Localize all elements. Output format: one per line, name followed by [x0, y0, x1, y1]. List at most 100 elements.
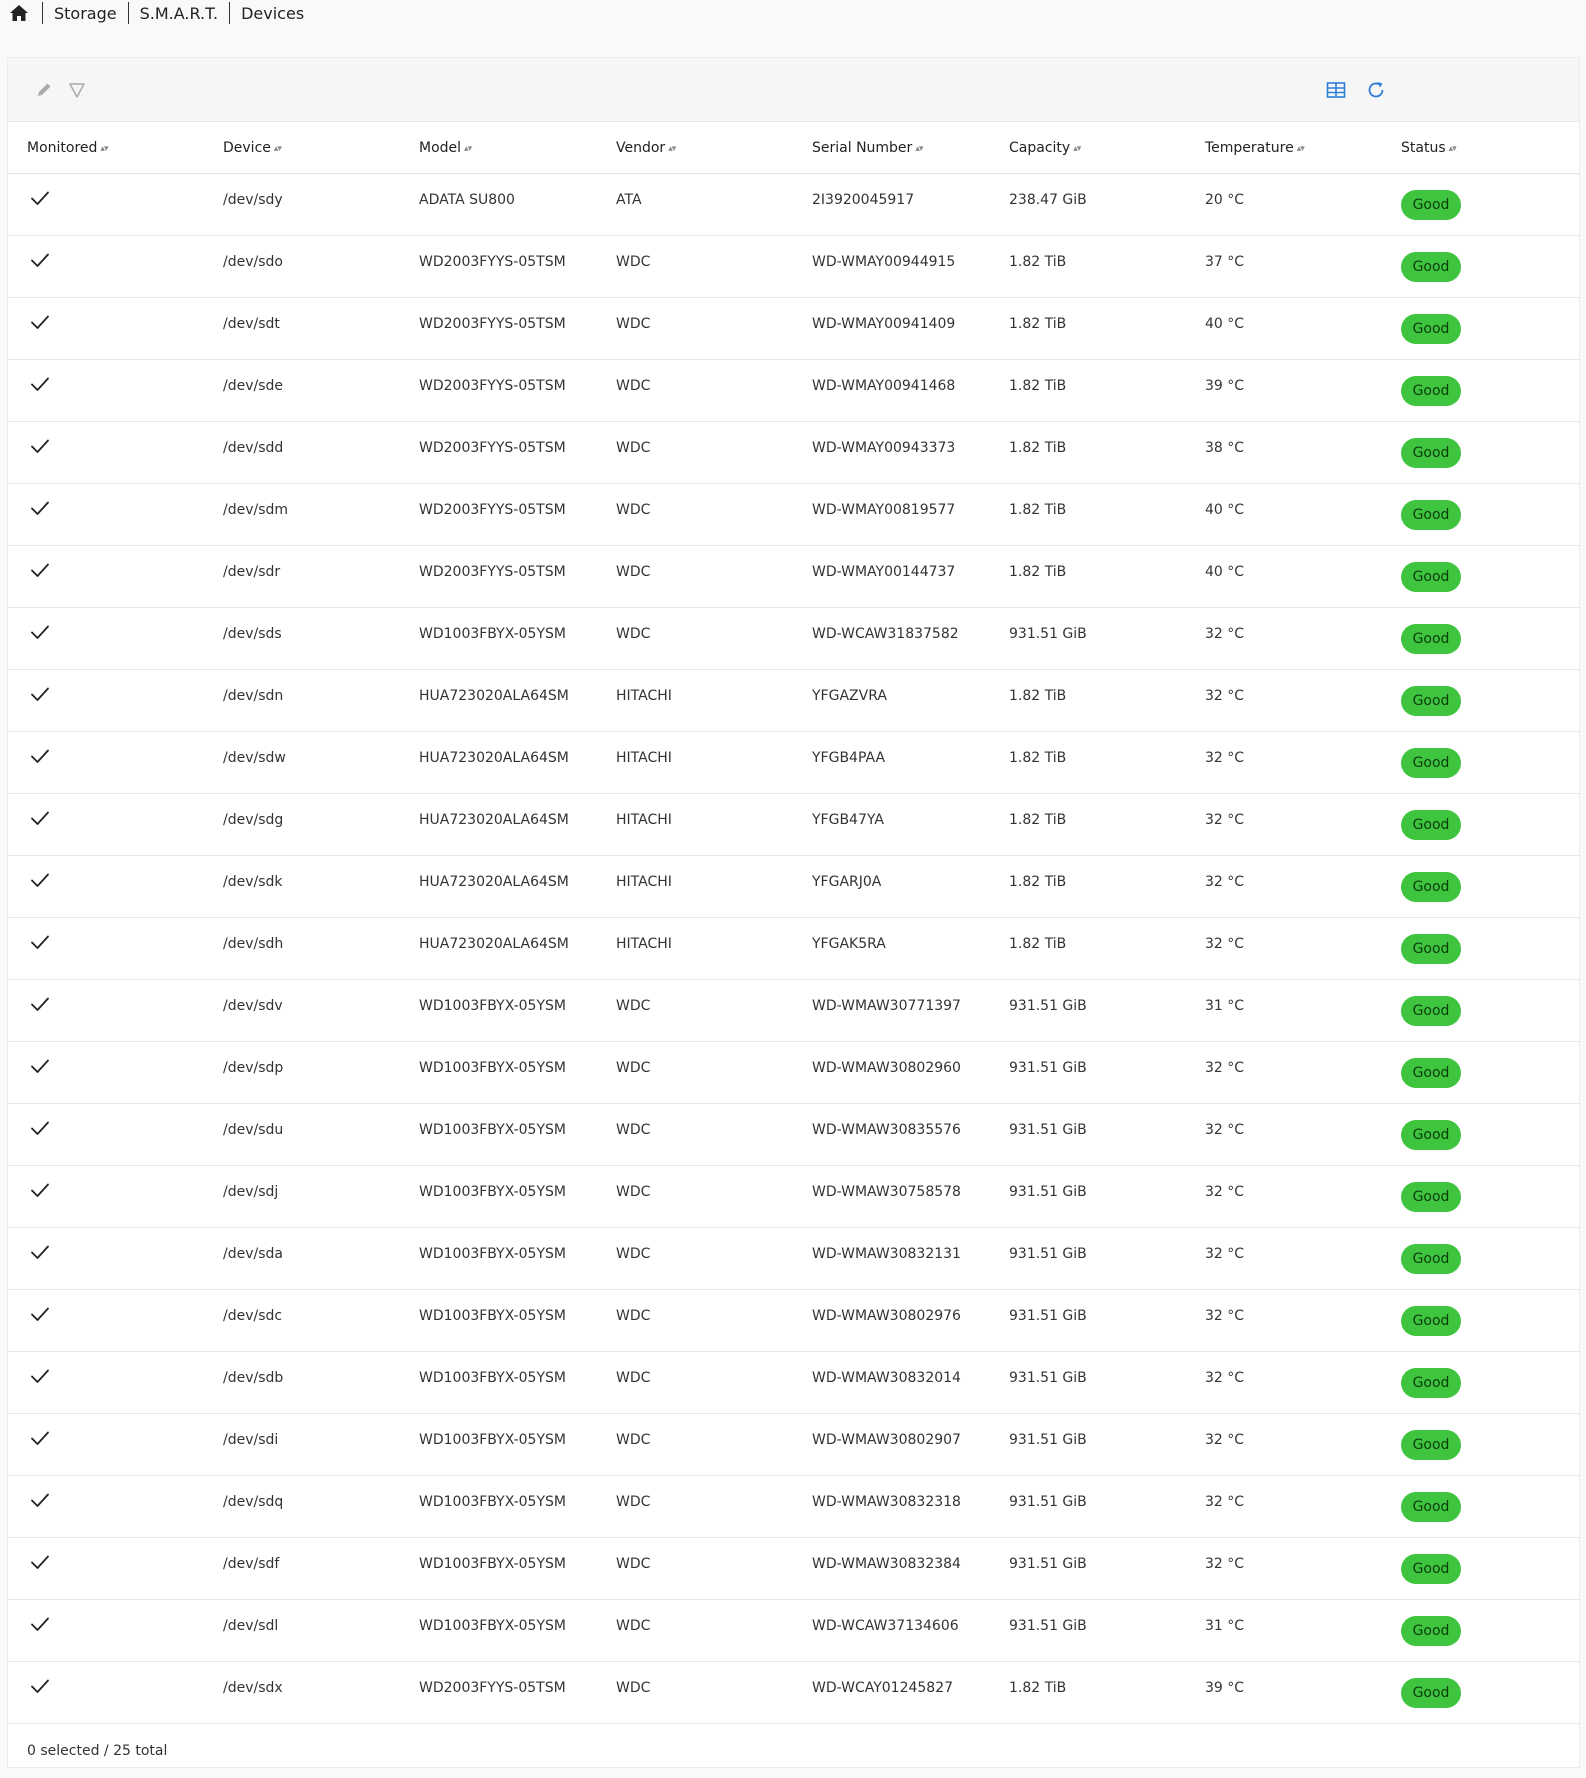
model-cell-text: WD2003FYYS-05TSM — [419, 377, 566, 394]
table-row[interactable]: /dev/sdc WD1003FBYX-05YSM WDC WD-WMAW308029… — [8, 1289, 1579, 1352]
model-cell-text: HUA723020ALA64SM — [419, 873, 569, 890]
capacity-cell-text: 931.51 GiB — [1009, 1183, 1087, 1200]
table-row[interactable]: /dev/sda WD1003FBYX-05YSM WDC WD-WMAW308321… — [8, 1227, 1579, 1290]
table-row[interactable]: /dev/sdr WD2003FYYS-05TSM WDC WD-WMAY001447… — [8, 545, 1579, 608]
monitored-cell — [8, 1165, 204, 1228]
breadcrumb: Storage S.M.A.R.T. Devices — [0, 0, 315, 26]
checkmark-icon — [29, 1489, 51, 1511]
table-row[interactable]: /dev/sdv WD1003FBYX-05YSM WDC WD-WMAW307713… — [8, 979, 1579, 1042]
refresh-icon[interactable] — [1365, 79, 1387, 101]
serial-number-cell-text: YFGB4PAA — [812, 749, 886, 766]
status-cell: Good — [1382, 1475, 1579, 1538]
checkmark-icon — [29, 1675, 51, 1697]
table-row[interactable]: /dev/sds WD1003FBYX-05YSM WDC WD-WCAW318375… — [8, 607, 1579, 670]
vendor-cell-text: WDC — [616, 1679, 651, 1696]
device-cell-text: /dev/sda — [223, 1245, 283, 1262]
status-cell: Good — [1382, 1599, 1579, 1662]
column-header-device[interactable]: Device ▴▾ — [204, 122, 400, 174]
table-row[interactable]: /dev/sdt WD2003FYYS-05TSM WDC WD-WMAY009414… — [8, 297, 1579, 360]
vendor-cell: HITACHI — [597, 855, 793, 918]
table-row[interactable]: /dev/sdl WD1003FBYX-05YSM WDC WD-WCAW371346… — [8, 1599, 1579, 1662]
table-row[interactable]: /dev/sdp WD1003FBYX-05YSM WDC WD-WMAW308029… — [8, 1041, 1579, 1104]
table-row[interactable]: /dev/sdb WD1003FBYX-05YSM WDC WD-WMAW308320… — [8, 1351, 1579, 1414]
monitored-cell — [8, 1227, 204, 1290]
table-columns-icon[interactable] — [1325, 79, 1347, 101]
model-cell-text: WD1003FBYX-05YSM — [419, 1617, 566, 1634]
toolbar — [8, 58, 1579, 122]
capacity-cell-text: 931.51 GiB — [1009, 1369, 1087, 1386]
column-header-status[interactable]: Status ▴▾ — [1382, 122, 1579, 174]
column-header-model[interactable]: Model ▴▾ — [400, 122, 597, 174]
temperature-cell: 32 °C — [1186, 669, 1382, 732]
devices-table: Monitored ▴▾ Device ▴▾ Model ▴▾ Vendor ▴▾ Se… — [8, 122, 1579, 1724]
table-row[interactable]: /dev/sdq WD1003FBYX-05YSM WDC WD-WMAW308323… — [8, 1475, 1579, 1538]
vendor-cell: WDC — [597, 1661, 793, 1724]
model-cell-text: WD2003FYYS-05TSM — [419, 439, 566, 456]
vendor-cell: WDC — [597, 1537, 793, 1600]
vendor-cell-text: WDC — [616, 1555, 651, 1572]
device-cell-text: /dev/sdi — [223, 1431, 279, 1448]
table-row[interactable]: /dev/sdn HUA723020ALA64SM HITACHI YFGAZVRA 1… — [8, 669, 1579, 732]
serial-number-cell-text: WD-WMAW30832131 — [812, 1245, 961, 1262]
table-row[interactable]: /dev/sdk HUA723020ALA64SM HITACHI YFGARJ0A 1… — [8, 855, 1579, 918]
monitored-cell — [8, 1413, 204, 1476]
table-row[interactable]: /dev/sdf WD1003FBYX-05YSM WDC WD-WMAW308323… — [8, 1537, 1579, 1600]
capacity-cell-text: 1.82 TiB — [1009, 563, 1067, 580]
vendor-cell: WDC — [597, 235, 793, 298]
table-row[interactable]: /dev/sdx WD2003FYYS-05TSM WDC WD-WCAY012458… — [8, 1661, 1579, 1724]
home-icon[interactable] — [9, 2, 31, 24]
table-row[interactable]: /dev/sdg HUA723020ALA64SM HITACHI YFGB47YA 1… — [8, 793, 1579, 856]
checkmark-icon — [29, 1179, 51, 1201]
serial-number-cell: WD-WMAW30832384 — [793, 1537, 990, 1600]
vendor-cell-text: WDC — [616, 253, 651, 270]
table-row[interactable]: /dev/sdy ADATA SU800 ATA 2I3920045917 238.47… — [8, 173, 1579, 236]
vendor-cell: WDC — [597, 1041, 793, 1104]
table-row[interactable]: /dev/sdm WD2003FYYS-05TSM WDC WD-WMAY008195… — [8, 483, 1579, 546]
table-row[interactable]: /dev/sdo WD2003FYYS-05TSM WDC WD-WMAY009449… — [8, 235, 1579, 298]
table-row[interactable]: /dev/sdw HUA723020ALA64SM HITACHI YFGB4PAA 1… — [8, 731, 1579, 794]
table-row[interactable]: /dev/sde WD2003FYYS-05TSM WDC WD-WMAY009414… — [8, 359, 1579, 422]
device-cell: /dev/sdv — [204, 979, 400, 1042]
pencil-icon[interactable] — [33, 79, 55, 101]
model-cell-text: WD2003FYYS-05TSM — [419, 1679, 566, 1696]
breadcrumb-devices: Devices — [241, 3, 305, 23]
column-header-vendor[interactable]: Vendor ▴▾ — [597, 122, 793, 174]
vendor-cell-text: WDC — [616, 1121, 651, 1138]
capacity-cell-text: 1.82 TiB — [1009, 935, 1067, 952]
serial-number-cell-text: WD-WMAY00819577 — [812, 501, 956, 518]
table-row[interactable]: /dev/sdh HUA723020ALA64SM HITACHI YFGAK5RA 1… — [8, 917, 1579, 980]
device-cell: /dev/sdg — [204, 793, 400, 856]
breadcrumb-smart[interactable]: S.M.A.R.T. — [140, 4, 218, 23]
vendor-cell: WDC — [597, 1227, 793, 1290]
vendor-cell: WDC — [597, 545, 793, 608]
temperature-cell: 32 °C — [1186, 917, 1382, 980]
device-cell: /dev/sdo — [204, 235, 400, 298]
vendor-cell: HITACHI — [597, 669, 793, 732]
capacity-cell: 931.51 GiB — [990, 1289, 1186, 1352]
device-cell: /dev/sdj — [204, 1165, 400, 1228]
column-header-serial-number[interactable]: Serial Number ▴▾ — [793, 122, 990, 174]
breadcrumb-storage[interactable]: Storage — [54, 4, 117, 23]
monitored-cell — [8, 173, 204, 236]
table-row[interactable]: /dev/sdj WD1003FBYX-05YSM WDC WD-WMAW307585… — [8, 1165, 1579, 1228]
table-body: /dev/sdy ADATA SU800 ATA 2I3920045917 238.47… — [8, 173, 1579, 1724]
model-cell-text: WD1003FBYX-05YSM — [419, 625, 566, 642]
capacity-cell: 931.51 GiB — [990, 1351, 1186, 1414]
capacity-cell-text: 931.51 GiB — [1009, 1555, 1087, 1572]
device-cell-text: /dev/sdg — [223, 811, 284, 828]
vendor-cell: WDC — [597, 979, 793, 1042]
table-row[interactable]: /dev/sdu WD1003FBYX-05YSM WDC WD-WMAW308355… — [8, 1103, 1579, 1166]
column-header-capacity[interactable]: Capacity ▴▾ — [990, 122, 1186, 174]
temperature-cell-text: 37 °C — [1205, 253, 1245, 270]
temperature-cell-text: 40 °C — [1205, 563, 1245, 580]
status-badge: Good — [1401, 1615, 1461, 1646]
column-header-monitored[interactable]: Monitored ▴▾ — [8, 122, 204, 174]
filter-icon[interactable] — [66, 79, 88, 101]
monitored-cell — [8, 793, 204, 856]
table-row[interactable]: /dev/sdi WD1003FBYX-05YSM WDC WD-WMAW308029… — [8, 1413, 1579, 1476]
table-row[interactable]: /dev/sdd WD2003FYYS-05TSM WDC WD-WMAY009433… — [8, 421, 1579, 484]
vendor-cell: WDC — [597, 1165, 793, 1228]
vendor-cell-text: WDC — [616, 1617, 651, 1634]
column-header-temperature[interactable]: Temperature ▴▾ — [1186, 122, 1382, 174]
checkmark-icon — [29, 1427, 51, 1449]
